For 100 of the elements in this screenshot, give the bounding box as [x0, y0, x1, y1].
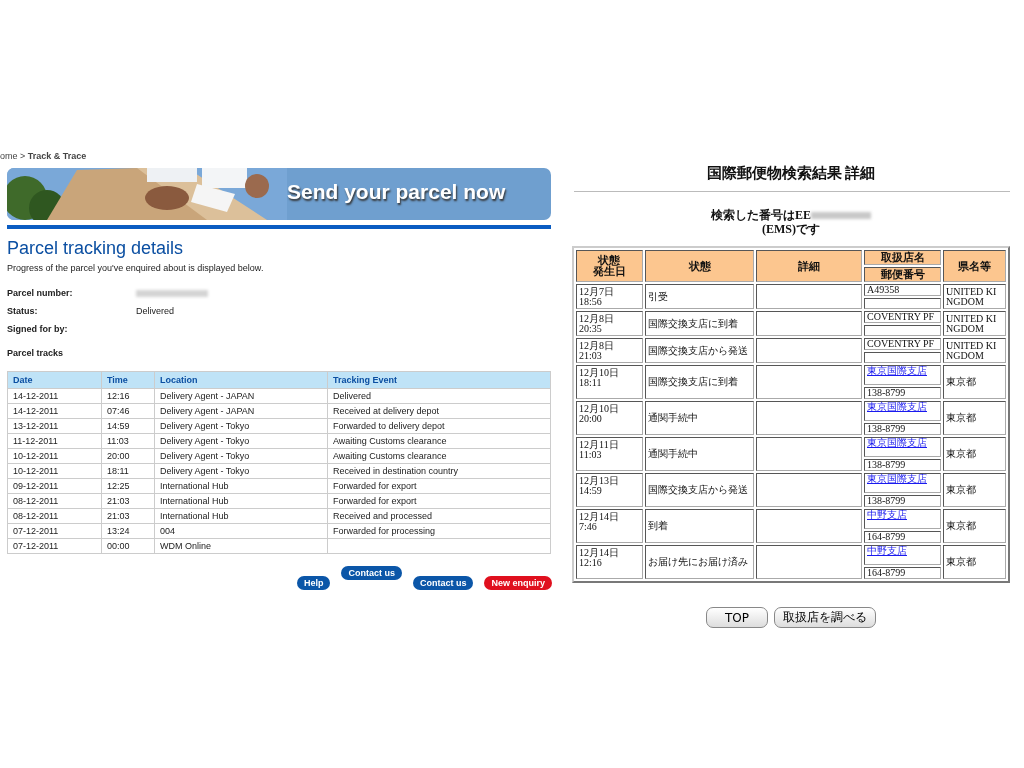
table-cell: A49358 [864, 284, 942, 296]
table-cell: 11:03 [101, 433, 155, 449]
query-text: 検索した番号はEE [711, 208, 811, 222]
field-value: Delivered [136, 306, 175, 316]
table-cell: Delivery Agent - JAPAN [154, 388, 328, 404]
office-link[interactable]: 東京国際支店 [867, 365, 927, 376]
table-cell: Delivery Agent - Tokyo [154, 418, 328, 434]
table-cell: Awaiting Customs clearance [327, 433, 551, 449]
table-cell: 164-8799 [864, 567, 942, 579]
table-cell: 通関手続中 [644, 437, 755, 471]
table-cell: 138-8799 [864, 495, 942, 507]
table-cell: 12月14日 12:16 [576, 545, 643, 579]
table-cell: 164-8799 [864, 531, 942, 543]
office-link[interactable]: 東京国際支店 [867, 437, 927, 448]
query-text: (EMS)です [761, 222, 821, 236]
banner-headline: Send your parcel now [287, 180, 506, 204]
table-cell: UNITED KINGDOM [943, 311, 1006, 336]
table-cell: COVENTRY PF [864, 338, 942, 350]
office-link[interactable]: 東京国際支店 [867, 473, 927, 484]
table-cell: 到着 [644, 509, 755, 543]
table-cell: 東京都 [943, 437, 1006, 471]
table-cell: 12月14日 7:46 [576, 509, 643, 543]
column-header: Date [7, 371, 102, 389]
field-label: Signed for by: [7, 324, 69, 334]
table-cell: 12月10日 20:00 [576, 401, 643, 435]
table-cell: 138-8799 [864, 459, 942, 471]
table-cell: 12月8日 21:03 [576, 338, 643, 363]
table-cell: 12:16 [101, 388, 155, 404]
table-cell: 00:00 [101, 538, 155, 554]
column-header: 詳細 [756, 250, 862, 282]
table-cell: 12月13日 14:59 [576, 473, 643, 507]
table-cell: 07-12-2011 [7, 523, 102, 539]
table-cell: 12月7日 18:56 [576, 284, 643, 309]
pill-button[interactable]: Contact us [341, 566, 402, 580]
table-cell: 通関手続中 [644, 401, 755, 435]
table-cell: 国際交換支店に到着 [644, 365, 755, 399]
table-cell: 14-12-2011 [7, 403, 102, 419]
table-cell: 07:46 [101, 403, 155, 419]
column-header: 状態 [596, 255, 622, 266]
table-cell: Delivery Agent - JAPAN [154, 403, 328, 419]
table-cell: 東京都 [943, 365, 1006, 399]
field-label: Status: [7, 306, 39, 316]
column-header: 郵便番号 [864, 267, 942, 282]
column-header: 県名等 [943, 250, 1006, 282]
table-cell: UNITED KINGDOM [943, 338, 1006, 363]
table-cell: UNITED KINGDOM [943, 284, 1006, 309]
table-cell: 12:25 [101, 478, 155, 494]
table-cell: 08-12-2011 [7, 493, 102, 509]
table-cell: 138-8799 [864, 387, 942, 399]
table-cell: 11-12-2011 [7, 433, 102, 449]
breadcrumb: ome > Track & Trace [0, 151, 88, 163]
table-cell: 21:03 [101, 493, 155, 509]
table-cell: 東京都 [943, 401, 1006, 435]
column-header: Tracking Event [327, 371, 551, 389]
office-link[interactable]: 東京国際支店 [867, 401, 927, 412]
pill-button[interactable]: Contact us [412, 576, 474, 590]
column-header: 発生日 [591, 266, 627, 277]
column-header: Time [101, 371, 155, 389]
table-cell: 004 [154, 523, 328, 539]
table-cell: Received and processed [327, 508, 551, 524]
rounded-button[interactable]: TOP [706, 607, 768, 628]
table-cell: Delivery Agent - Tokyo [154, 448, 328, 464]
table-cell: Forwarded to delivery depot [327, 418, 551, 434]
table-cell: 14:59 [101, 418, 155, 434]
column-header: 取扱店名 [864, 250, 942, 265]
table-cell: 14-12-2011 [7, 388, 102, 404]
table-cell: 21:03 [101, 508, 155, 524]
table-cell: Delivery Agent - Tokyo [154, 463, 328, 479]
table-cell: お届け先にお届け済み [644, 545, 755, 579]
page-heading: Parcel tracking details [7, 238, 185, 259]
pill-button[interactable]: New enquiry [484, 576, 552, 590]
table-cell: Received at delivery depot [327, 403, 551, 419]
table-cell: 12月8日 20:35 [576, 311, 643, 336]
table-cell: 138-8799 [864, 423, 942, 435]
table-cell: 09-12-2011 [7, 478, 102, 494]
table-cell: International Hub [154, 493, 328, 509]
table-cell: International Hub [154, 508, 328, 524]
table-cell: Forwarded for processing [327, 523, 551, 539]
pill-button[interactable]: Help [296, 576, 331, 590]
table-cell: 東京都 [943, 509, 1006, 543]
field-label: Parcel number: [7, 288, 74, 298]
table-cell: COVENTRY PF [864, 311, 942, 323]
table-cell: 国際交換支店に到着 [644, 311, 755, 336]
table-cell: Awaiting Customs clearance [327, 448, 551, 464]
table-cell: 引受 [644, 284, 755, 309]
table-cell: International Hub [154, 478, 328, 494]
office-link[interactable]: 中野支店 [867, 545, 907, 556]
table-cell: Forwarded for export [327, 493, 551, 509]
rounded-button[interactable]: 取扱店を調べる [774, 607, 876, 628]
table-cell: 12月10日 18:11 [576, 365, 643, 399]
office-link[interactable]: 中野支店 [867, 509, 907, 520]
table-cell: 東京都 [943, 545, 1006, 579]
table-cell: 08-12-2011 [7, 508, 102, 524]
table-cell: 13-12-2011 [7, 418, 102, 434]
table-cell: WDM Online [154, 538, 328, 554]
table-cell: 12月11日 11:03 [576, 437, 643, 471]
table-cell: Received in destination country [327, 463, 551, 479]
table-cell: Forwarded for export [327, 478, 551, 494]
table-cell: 国際交換支店から発送 [644, 473, 755, 507]
table-cell: Delivery Agent - Tokyo [154, 433, 328, 449]
